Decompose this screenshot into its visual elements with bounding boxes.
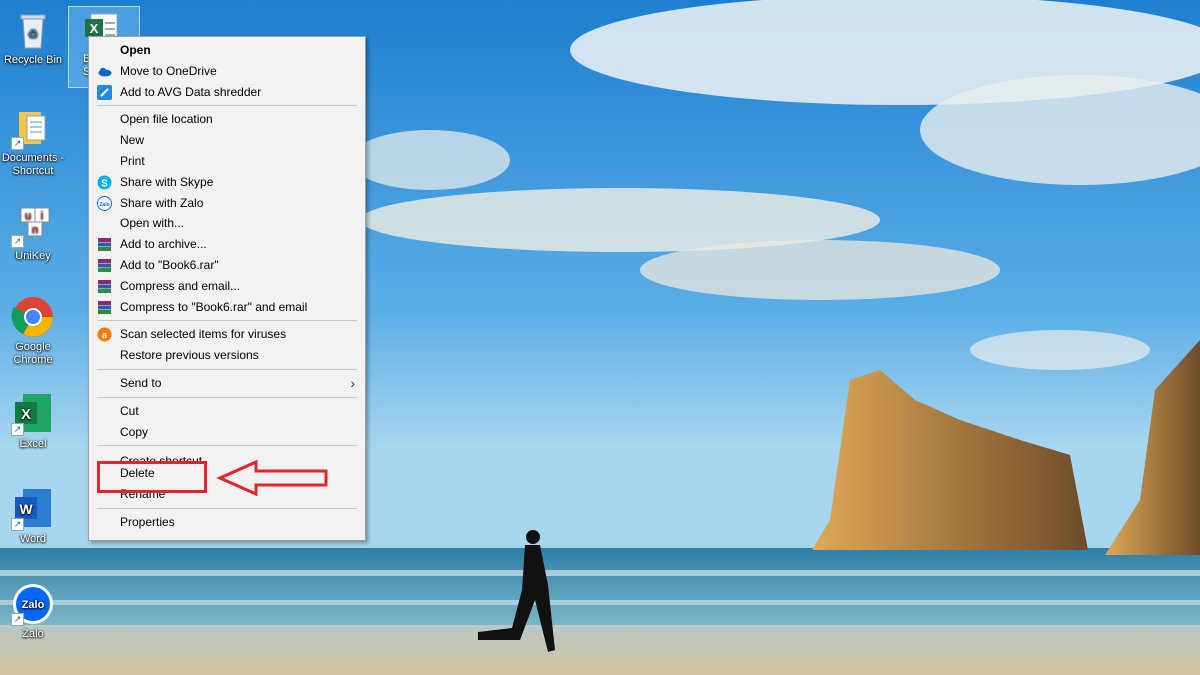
menu-item-share-skype[interactable]: S Share with Skype	[89, 172, 365, 193]
menu-separator	[97, 368, 357, 370]
desktop-icon-word[interactable]: W ↗ Word	[0, 487, 66, 546]
desktop-icon-label: Zalo	[22, 628, 44, 640]
menu-separator	[97, 445, 357, 447]
delete-highlight-box	[97, 461, 207, 493]
excel-icon: X ↗	[11, 392, 55, 436]
menu-item-share-zalo[interactable]: Zalo Share with Zalo	[89, 193, 365, 214]
desktop-icon-unikey[interactable]: uin ↗ UniKey	[0, 204, 66, 263]
menu-item-print[interactable]: Print	[89, 151, 365, 172]
desktop-icon-zalo[interactable]: Zalo ↗ Zalo	[0, 582, 66, 641]
svg-text:u: u	[25, 210, 31, 222]
desktop-icon-label: Excel	[19, 438, 47, 450]
winrar-icon	[97, 258, 112, 273]
recycle-bin-icon: ♻	[11, 8, 55, 52]
shortcut-arrow-icon: ↗	[11, 423, 24, 436]
menu-item-compress-rar-email[interactable]: Compress to "Book6.rar" and email	[89, 297, 365, 318]
desktop-icon-label: Recycle Bin	[3, 54, 63, 66]
chrome-icon	[11, 295, 55, 339]
desktop-icon-label: Documents - Shortcut	[1, 152, 65, 177]
skype-icon: S	[97, 175, 112, 190]
unikey-icon: uin ↗	[11, 204, 55, 248]
menu-separator	[97, 507, 357, 509]
menu-item-add-to-archive[interactable]: Add to archive...	[89, 234, 365, 255]
winrar-icon	[97, 300, 112, 315]
svg-text:Zalo: Zalo	[99, 202, 109, 208]
svg-text:S: S	[101, 178, 108, 189]
menu-item-open-file-location[interactable]: Open file location	[89, 109, 365, 130]
desktop-icon-documents[interactable]: ↗ Documents - Shortcut	[0, 106, 66, 178]
menu-item-open[interactable]: Open	[89, 40, 365, 61]
documents-folder-icon: ↗	[11, 106, 55, 150]
menu-item-open-with[interactable]: Open with...	[89, 213, 365, 234]
svg-text:♻: ♻	[28, 27, 39, 41]
desktop-icon-label: Google Chrome	[13, 341, 53, 366]
svg-text:X: X	[90, 21, 99, 36]
menu-item-copy[interactable]: Copy	[89, 422, 365, 443]
menu-item-add-to-avg[interactable]: Add to AVG Data shredder	[89, 82, 365, 103]
menu-item-add-to-rar[interactable]: Add to "Book6.rar"	[89, 255, 365, 276]
word-icon: W ↗	[11, 487, 55, 531]
menu-item-cut[interactable]: Cut	[89, 401, 365, 422]
menu-item-move-to-onedrive[interactable]: Move to OneDrive	[89, 61, 365, 82]
svg-text:n: n	[32, 224, 38, 236]
zalo-small-icon: Zalo	[97, 195, 112, 211]
desktop-icon-chrome[interactable]: Google Chrome	[0, 295, 66, 367]
menu-item-compress-email[interactable]: Compress and email...	[89, 276, 365, 297]
shortcut-arrow-icon: ↗	[11, 137, 24, 150]
svg-text:i: i	[41, 210, 43, 222]
avg-shredder-icon	[97, 84, 112, 100]
menu-item-properties[interactable]: Properties	[89, 512, 365, 533]
svg-text:W: W	[19, 501, 33, 517]
avast-icon: a	[97, 327, 112, 342]
desktop-icon-label: UniKey	[15, 250, 51, 262]
desktop-icon-excel[interactable]: X ↗ Excel	[0, 392, 66, 451]
menu-item-scan-viruses[interactable]: a Scan selected items for viruses	[89, 324, 365, 345]
shortcut-arrow-icon: ↗	[11, 518, 24, 531]
annotation-arrow-icon	[216, 459, 328, 497]
menu-separator	[97, 320, 357, 322]
menu-separator	[97, 396, 357, 398]
desktop-icon-label: Word	[19, 533, 47, 545]
zalo-icon-text: Zalo	[22, 599, 45, 611]
menu-item-new[interactable]: New	[89, 130, 365, 151]
menu-separator	[97, 105, 357, 107]
menu-item-restore-versions[interactable]: Restore previous versions	[89, 345, 365, 366]
chevron-right-icon: ›	[350, 374, 355, 391]
desktop-icon-recycle-bin[interactable]: ♻ Recycle Bin	[0, 8, 66, 67]
shortcut-arrow-icon: ↗	[11, 235, 24, 248]
zalo-icon: Zalo ↗	[11, 582, 55, 626]
winrar-icon	[97, 237, 112, 252]
winrar-icon	[97, 279, 112, 294]
shortcut-arrow-icon: ↗	[11, 613, 24, 626]
svg-text:X: X	[21, 406, 31, 423]
menu-item-send-to[interactable]: Send to ›	[89, 373, 365, 394]
onedrive-icon	[97, 64, 112, 79]
